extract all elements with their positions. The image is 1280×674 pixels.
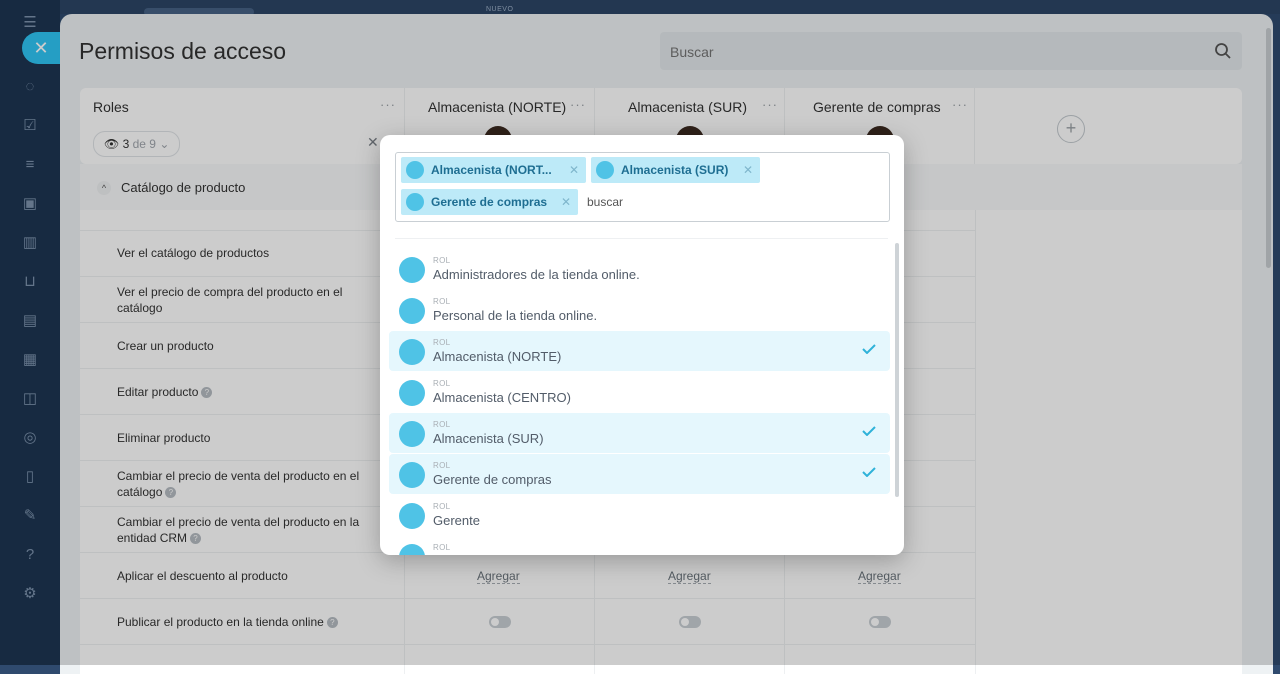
list-scrollbar[interactable] <box>895 243 899 497</box>
item-kind: ROL <box>433 379 451 388</box>
item-name: Personal de la tienda online. <box>433 308 598 323</box>
group-icon <box>399 503 425 529</box>
item-name: Almacenista (CENTRO) <box>433 390 571 405</box>
tag-label: Almacenista (NORT... <box>431 163 552 177</box>
tag-label: Gerente de compras <box>431 195 548 209</box>
item-kind: ROL <box>433 502 451 511</box>
item-name: Almacenista (SUR) <box>433 431 544 446</box>
item-name: Gerente <box>433 513 480 528</box>
remove-tag-icon[interactable]: ✕ <box>743 157 753 183</box>
group-icon <box>406 161 424 179</box>
list-item[interactable]: ROL Almacenista (CENTRO) <box>389 372 890 412</box>
list-item[interactable]: ROL Almacenista (NORTE) <box>389 331 890 371</box>
selected-roles-box[interactable]: Almacenista (NORT... ✕ Almacenista (SUR)… <box>395 152 890 222</box>
selected-role-tag: Almacenista (SUR) ✕ <box>591 157 760 183</box>
group-icon <box>399 257 425 283</box>
remove-tag-icon[interactable]: ✕ <box>569 157 579 183</box>
group-icon <box>596 161 614 179</box>
item-name: Gerente de compras <box>433 472 552 487</box>
list-item[interactable]: ROL Gerente <box>389 495 890 535</box>
item-name: Administradores de la tienda online. <box>433 267 640 282</box>
group-icon <box>399 544 425 555</box>
check-icon <box>862 426 876 436</box>
selected-role-tag: Almacenista (NORT... ✕ <box>401 157 586 183</box>
item-kind: ROL <box>433 543 451 552</box>
check-icon <box>862 344 876 354</box>
list-item[interactable]: ROL Almacenista (SUR) <box>389 413 890 453</box>
check-icon <box>862 467 876 477</box>
role-list: ROL Administradores de la tienda online.… <box>388 249 892 555</box>
role-search-input[interactable] <box>587 189 787 215</box>
tag-label: Almacenista (SUR) <box>621 163 729 177</box>
group-icon <box>406 193 424 211</box>
list-item[interactable]: ROL Administradores de la tienda online. <box>389 249 890 289</box>
item-kind: ROL <box>433 420 451 429</box>
list-item[interactable]: ROL <box>389 536 890 555</box>
selected-role-tag: Gerente de compras ✕ <box>401 189 578 215</box>
group-icon <box>399 380 425 406</box>
group-icon <box>399 339 425 365</box>
list-item[interactable]: ROL Personal de la tienda online. <box>389 290 890 330</box>
item-kind: ROL <box>433 338 451 347</box>
item-kind: ROL <box>433 461 451 470</box>
list-item[interactable]: ROL Gerente de compras <box>389 454 890 494</box>
item-kind: ROL <box>433 297 451 306</box>
item-kind: ROL <box>433 256 451 265</box>
divider <box>395 238 888 239</box>
remove-tag-icon[interactable]: ✕ <box>561 189 571 215</box>
group-icon <box>399 421 425 447</box>
group-icon <box>399 462 425 488</box>
role-selector-dropdown: Almacenista (NORT... ✕ Almacenista (SUR)… <box>380 135 904 555</box>
item-name: Almacenista (NORTE) <box>433 349 562 364</box>
group-icon <box>399 298 425 324</box>
